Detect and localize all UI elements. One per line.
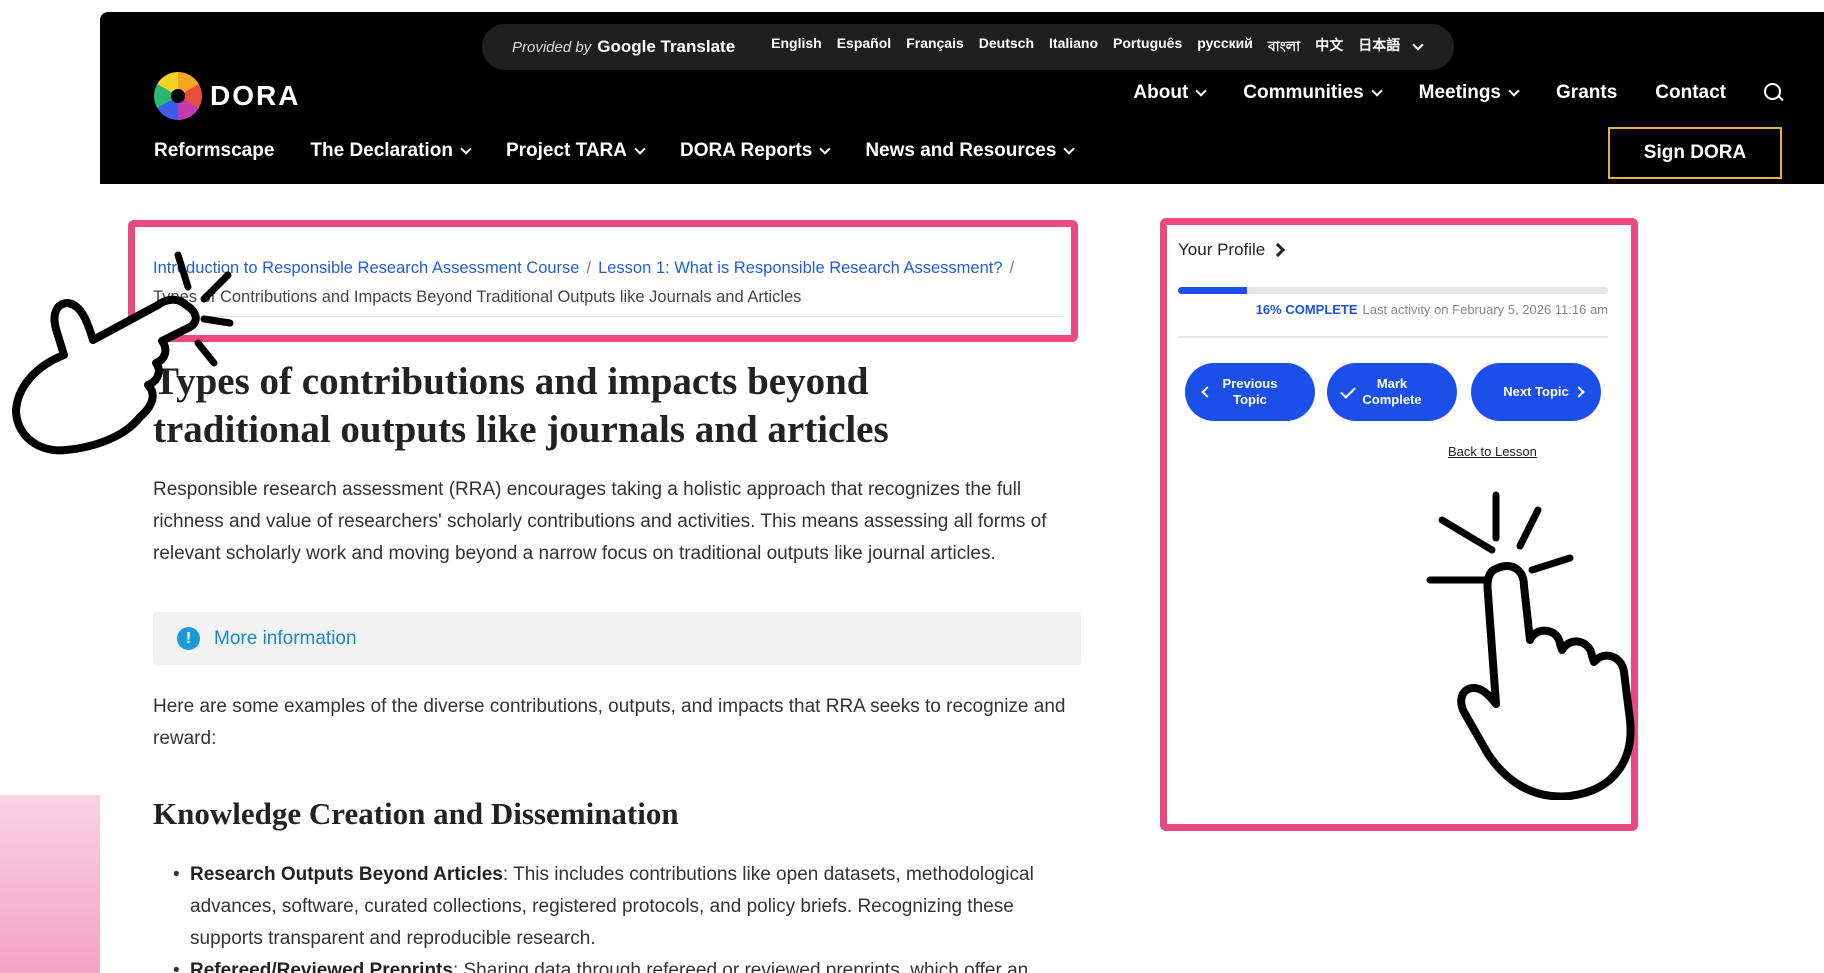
list-item: • Refereed/Reviewed Preprints: Sharing d… [173, 955, 1090, 973]
breadcrumb-separator: / [586, 259, 592, 277]
google-translate-label: Google Translate [597, 37, 736, 56]
next-topic-button[interactable]: Next Topic [1471, 363, 1601, 421]
chevron-down-icon [1370, 84, 1383, 97]
bullet-dot: • [173, 864, 180, 885]
nav-about[interactable]: About [1133, 82, 1207, 104]
more-information-toggle[interactable]: ! More information [153, 612, 1081, 665]
previous-topic-button[interactable]: Previous Topic [1185, 363, 1315, 421]
last-activity-label: Last activity on February 5, 2026 11:16 … [1362, 302, 1608, 317]
nav-about-label: About [1133, 82, 1189, 103]
progress-percent-label: 16% COMPLETE [1255, 302, 1358, 317]
sign-dora-button[interactable]: Sign DORA [1608, 127, 1782, 179]
nav-reformscape[interactable]: Reformscape [154, 140, 274, 162]
breadcrumb: Introduction to Responsible Research Ass… [153, 254, 1071, 312]
list-item-title: Research Outputs Beyond Articles [190, 864, 503, 885]
nav-dora-reports[interactable]: DORA Reports [680, 140, 831, 162]
nav-reformscape-label: Reformscape [154, 140, 275, 161]
nav-declaration[interactable]: The Declaration [310, 140, 472, 162]
nav-communities[interactable]: Communities [1243, 82, 1383, 104]
nav-project-tara[interactable]: Project TARA [505, 140, 646, 162]
mark-complete-button[interactable]: Mark Complete [1327, 363, 1457, 421]
breadcrumb-current: Types of Contributions and Impacts Beyon… [153, 288, 802, 306]
main-nav: Reformscape The Declaration Project TARA… [154, 140, 1076, 162]
more-information-label: More information [214, 627, 357, 649]
nav-contact[interactable]: Contact [1655, 82, 1726, 104]
search-icon[interactable] [1764, 83, 1784, 103]
section-heading: Knowledge Creation and Dissemination [153, 796, 679, 831]
nav-grants[interactable]: Grants [1556, 82, 1617, 104]
panel-divider [1178, 336, 1608, 338]
pointing-hand-icon [12, 251, 234, 455]
nav-news-resources[interactable]: News and Resources [865, 140, 1076, 162]
your-profile-label: Your Profile [1178, 240, 1266, 259]
check-icon [1340, 383, 1356, 399]
back-to-lesson-link[interactable]: Back to Lesson [1448, 444, 1537, 459]
lang-italian[interactable]: Italiano [1049, 35, 1098, 59]
chevron-down-icon [1195, 84, 1207, 97]
nav-meetings-label: Meetings [1418, 82, 1502, 103]
dora-logo-text: DORA [210, 80, 301, 111]
pink-corner-decoration [0, 795, 110, 973]
nav-dora-reports-label: DORA Reports [680, 140, 813, 161]
info-icon: ! [177, 627, 200, 650]
chevron-down-icon [634, 142, 646, 155]
language-chevron-down-icon[interactable] [1412, 38, 1424, 51]
lang-portuguese[interactable]: Português [1113, 35, 1182, 59]
page-title: Types of contributions and impacts beyon… [153, 360, 889, 451]
intro-paragraph: Responsible research assessment (RRA) en… [153, 479, 1047, 564]
nav-news-resources-label: News and Resources [865, 140, 1057, 161]
lang-russian[interactable]: русский [1197, 35, 1253, 59]
chevron-down-icon [1508, 84, 1520, 97]
breadcrumb-separator: / [1009, 259, 1015, 277]
translate-provided-by: Provided by [512, 38, 592, 56]
dora-logo-icon [154, 72, 202, 120]
lang-bengali[interactable]: বাংলা [1268, 35, 1300, 59]
list-item-text: : Sharing data through refereed or revie… [452, 960, 1029, 973]
lang-french[interactable]: Français [906, 35, 964, 59]
lang-japanese[interactable]: 日本語 [1358, 35, 1400, 59]
breadcrumb-divider [153, 316, 1063, 317]
language-list: English Español Français Deutsch Italian… [771, 35, 1400, 59]
breadcrumb-lesson-link[interactable]: Lesson 1: What is Responsible Research A… [598, 259, 1002, 277]
chevron-right-icon [1573, 386, 1585, 398]
chevron-right-icon [1271, 242, 1286, 258]
chevron-down-icon [1063, 142, 1076, 155]
list-item-title: Refereed/Reviewed Preprints [190, 960, 453, 973]
top-nav: About Communities Meetings Grants Contac… [1133, 82, 1784, 104]
chevron-down-icon [819, 142, 831, 155]
lang-english[interactable]: English [771, 35, 822, 59]
translate-bar: Provided by Google Translate English Esp… [482, 24, 1454, 70]
chevron-down-icon [460, 142, 472, 155]
progress-status: 16% COMPLETE Last activity on February 5,… [1256, 302, 1608, 317]
bullet-dot: • [173, 960, 180, 973]
dora-logo[interactable]: DORA [154, 72, 300, 120]
nav-declaration-label: The Declaration [310, 140, 453, 161]
nav-project-tara-label: Project TARA [505, 140, 627, 161]
nav-contact-label: Contact [1655, 82, 1726, 103]
progress-bar-fill [1178, 287, 1247, 294]
nav-communities-label: Communities [1243, 82, 1364, 103]
progress-bar [1178, 287, 1608, 294]
mark-complete-label: Mark Complete [1362, 376, 1422, 407]
examples-paragraph: Here are some examples of the diverse co… [153, 696, 1066, 749]
site-header: Provided by Google Translate English Esp… [100, 12, 1824, 184]
tapping-hand-icon [1426, 491, 1635, 800]
previous-topic-label: Previous Topic [1222, 376, 1278, 407]
nav-grants-label: Grants [1556, 82, 1618, 103]
chevron-left-icon [1201, 386, 1213, 398]
your-profile-link[interactable]: Your Profile [1178, 240, 1286, 260]
next-topic-label: Next Topic [1503, 384, 1569, 399]
lang-german[interactable]: Deutsch [979, 35, 1034, 59]
lang-chinese[interactable]: 中文 [1315, 35, 1343, 59]
lang-spanish[interactable]: Español [837, 35, 891, 59]
list-item: • Research Outputs Beyond Articles: This… [173, 859, 1090, 955]
nav-meetings[interactable]: Meetings [1418, 82, 1520, 104]
